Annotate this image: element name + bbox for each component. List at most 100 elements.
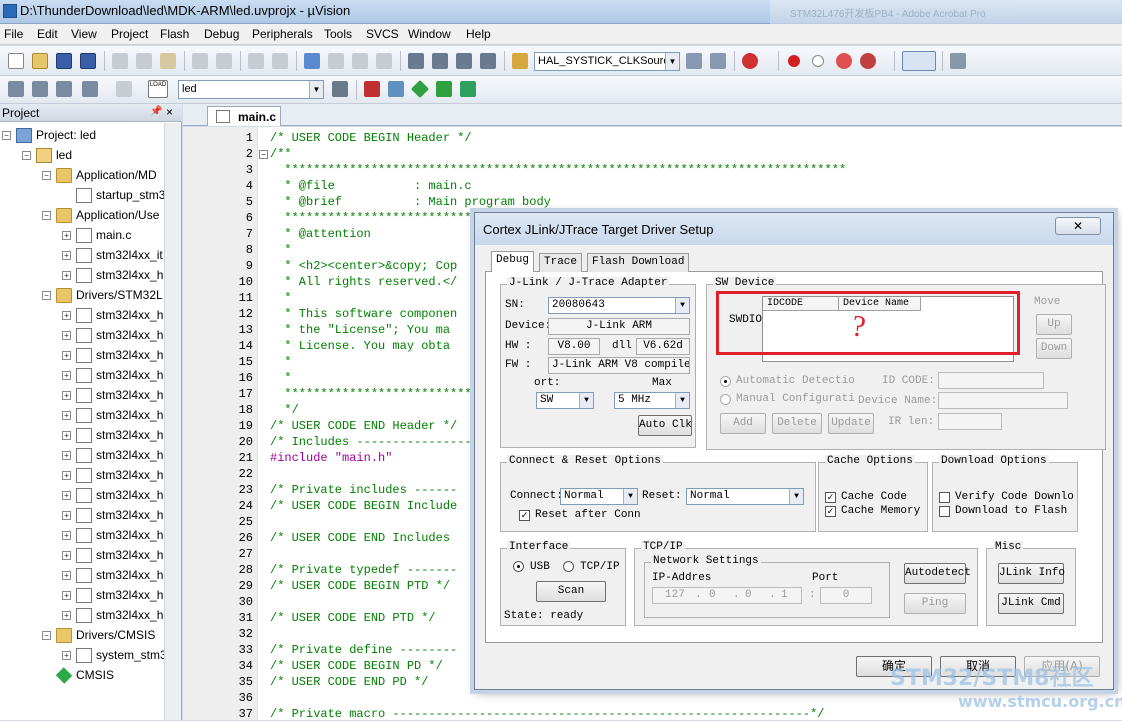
- verify-download-checkbox[interactable]: [939, 492, 950, 503]
- run-time-environment-icon[interactable]: [460, 81, 476, 97]
- chevron-down-icon[interactable]: ▼: [789, 489, 803, 504]
- move-up-button[interactable]: Up: [1036, 314, 1072, 335]
- move-down-button[interactable]: Down: [1036, 338, 1072, 359]
- debug-session-icon[interactable]: [742, 53, 758, 69]
- expand-icon[interactable]: +: [62, 351, 71, 360]
- delete-button[interactable]: Delete: [772, 413, 822, 434]
- expand-icon[interactable]: +: [62, 411, 71, 420]
- expand-icon[interactable]: +: [62, 611, 71, 620]
- expand-icon[interactable]: +: [62, 531, 71, 540]
- select-packs-icon[interactable]: [388, 81, 404, 97]
- close-icon[interactable]: ✕: [1055, 217, 1101, 235]
- connect-select[interactable]: Normal ▼: [560, 488, 638, 505]
- uncomment-icon[interactable]: [480, 53, 496, 69]
- bookmark-icon[interactable]: [304, 53, 320, 69]
- expand-icon[interactable]: +: [62, 311, 71, 320]
- breakpoint-icon[interactable]: [788, 55, 800, 67]
- tab-flash-download[interactable]: Flash Download: [587, 253, 690, 272]
- manage-rte-icon[interactable]: [410, 79, 430, 99]
- menu-edit[interactable]: Edit: [37, 27, 58, 41]
- undo-icon[interactable]: [192, 53, 208, 69]
- translate-icon[interactable]: [8, 81, 24, 97]
- project-scrollbar[interactable]: [164, 123, 181, 720]
- menu-view[interactable]: View: [71, 27, 97, 41]
- save-icon[interactable]: [56, 53, 72, 69]
- port-number-field[interactable]: 0: [820, 587, 872, 604]
- find-icon[interactable]: [686, 53, 702, 69]
- expand-icon[interactable]: +: [62, 271, 71, 280]
- close-icon[interactable]: ×: [166, 105, 173, 119]
- chevron-down-icon[interactable]: ▼: [579, 393, 593, 408]
- rebuild-icon[interactable]: [56, 81, 72, 97]
- target-combo[interactable]: led ▼: [178, 80, 324, 99]
- port-select[interactable]: SW ▼: [536, 392, 594, 409]
- nav-back-icon[interactable]: [248, 53, 264, 69]
- chevron-down-icon[interactable]: ▼: [309, 81, 323, 98]
- pack-installer-icon[interactable]: [436, 81, 452, 97]
- menu-help[interactable]: Help: [466, 27, 491, 41]
- new-file-icon[interactable]: [8, 53, 24, 69]
- expand-icon[interactable]: +: [62, 551, 71, 560]
- collapse-icon[interactable]: −: [2, 131, 11, 140]
- menu-svcs[interactable]: SVCS: [366, 27, 399, 41]
- collapse-icon[interactable]: −: [42, 631, 51, 640]
- find-in-files-icon[interactable]: [512, 53, 528, 69]
- batch-build-icon[interactable]: [82, 81, 98, 97]
- copy-icon[interactable]: [136, 53, 152, 69]
- download-icon[interactable]: LOAD: [148, 80, 168, 98]
- expand-icon[interactable]: +: [62, 371, 71, 380]
- expand-icon[interactable]: +: [62, 471, 71, 480]
- reset-select[interactable]: Normal ▼: [686, 488, 804, 505]
- expand-icon[interactable]: +: [62, 571, 71, 580]
- paste-icon[interactable]: [160, 53, 176, 69]
- update-button[interactable]: Update: [828, 413, 874, 434]
- menu-window[interactable]: Window: [408, 27, 451, 41]
- autodetect-button[interactable]: Autodetect: [904, 563, 971, 584]
- chevron-down-icon[interactable]: ▼: [675, 393, 689, 408]
- reset-after-connect-checkbox[interactable]: ✓: [519, 510, 530, 521]
- expand-icon[interactable]: +: [62, 591, 71, 600]
- tab-main-c[interactable]: main.c: [207, 106, 281, 126]
- expand-icon[interactable]: +: [62, 511, 71, 520]
- expand-icon[interactable]: +: [62, 251, 71, 260]
- jlink-info-button[interactable]: JLink Info: [998, 563, 1065, 584]
- menu-peripherals[interactable]: Peripherals: [252, 27, 313, 41]
- cache-code-checkbox[interactable]: ✓: [825, 492, 836, 503]
- expand-icon[interactable]: +: [62, 491, 71, 500]
- comment-icon[interactable]: [456, 53, 472, 69]
- cache-memory-checkbox[interactable]: ✓: [825, 506, 836, 517]
- nav-forward-icon[interactable]: [272, 53, 288, 69]
- configure-icon[interactable]: [950, 53, 966, 69]
- cut-icon[interactable]: [112, 53, 128, 69]
- menu-tools[interactable]: Tools: [324, 27, 352, 41]
- tab-debug[interactable]: Debug: [491, 251, 535, 272]
- sn-select[interactable]: 20080643 ▼: [548, 297, 690, 314]
- clear-bookmarks-icon[interactable]: [376, 53, 392, 69]
- prev-bookmark-icon[interactable]: [328, 53, 344, 69]
- expand-icon[interactable]: +: [62, 451, 71, 460]
- add-button[interactable]: Add: [720, 413, 766, 434]
- automatic-detection-radio[interactable]: [720, 376, 731, 387]
- menu-file[interactable]: File: [4, 27, 23, 41]
- collapse-icon[interactable]: −: [22, 151, 31, 160]
- ir-len-field[interactable]: [938, 413, 1002, 430]
- target-options-icon[interactable]: [332, 81, 348, 97]
- define-combo[interactable]: HAL_SYSTICK_CLKSourceC ▼: [534, 52, 680, 71]
- idcode-field[interactable]: [938, 372, 1044, 389]
- scan-button[interactable]: Scan: [536, 581, 606, 602]
- window-layout-icon[interactable]: [902, 51, 936, 71]
- chevron-down-icon[interactable]: ▼: [675, 298, 689, 313]
- save-all-icon[interactable]: [80, 53, 96, 69]
- collapse-icon[interactable]: −: [42, 211, 51, 220]
- unindent-icon[interactable]: [432, 53, 448, 69]
- fold-toggle-icon[interactable]: −: [259, 150, 268, 159]
- disable-breakpoint-icon[interactable]: [812, 55, 824, 67]
- next-bookmark-icon[interactable]: [352, 53, 368, 69]
- manage-project-items-icon[interactable]: [364, 81, 380, 97]
- usb-radio[interactable]: [513, 561, 524, 572]
- device-name-field[interactable]: [938, 392, 1068, 409]
- chevron-down-icon[interactable]: ▼: [623, 489, 637, 504]
- download-to-flash-checkbox[interactable]: [939, 506, 950, 517]
- build-icon[interactable]: [32, 81, 48, 97]
- chevron-down-icon[interactable]: ▼: [665, 53, 679, 70]
